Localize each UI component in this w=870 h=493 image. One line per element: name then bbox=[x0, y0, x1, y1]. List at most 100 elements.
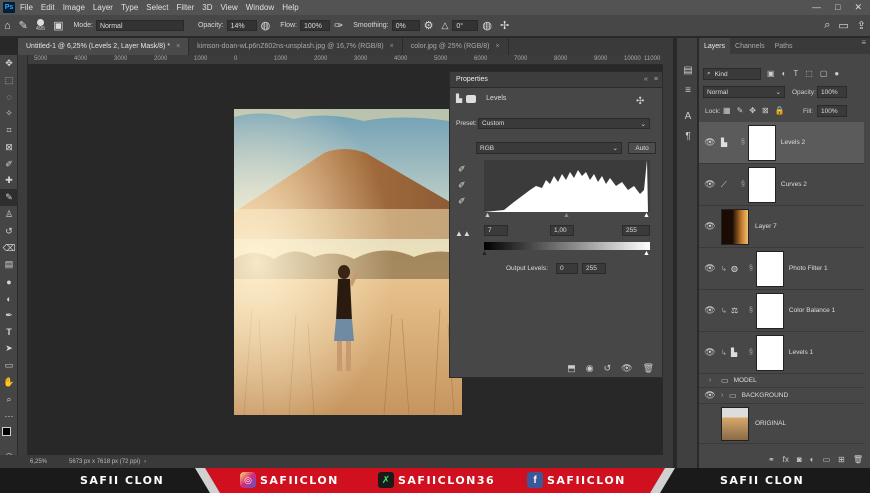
frame-tool-icon[interactable]: ⊠ bbox=[0, 139, 18, 156]
banner-facebook[interactable]: SAFIICLON bbox=[547, 474, 626, 487]
layer-color-balance-1[interactable]: 👁 ↳ ⚖ § Color Balance 1 bbox=[699, 290, 864, 332]
layer-levels-2[interactable]: 👁 ▙ § Levels 2 bbox=[699, 122, 864, 164]
menu-help[interactable]: Help bbox=[282, 3, 298, 12]
maximize-icon[interactable]: □ bbox=[835, 2, 840, 13]
type-filter-icon[interactable]: T bbox=[793, 69, 798, 78]
flow-input[interactable]: 100% bbox=[299, 20, 330, 31]
marquee-tool-icon[interactable]: ⬚ bbox=[0, 72, 18, 89]
crop-tool-icon[interactable]: ⌗ bbox=[0, 122, 18, 139]
layer-fill-input[interactable]: 100% bbox=[817, 105, 847, 117]
filter-toggle-icon[interactable]: ● bbox=[834, 69, 839, 78]
banner-instagram[interactable]: SAFIICLON bbox=[260, 474, 339, 487]
new-adjustment-icon[interactable]: ◐ bbox=[810, 455, 815, 464]
view-previous-icon[interactable]: ◉ bbox=[586, 363, 594, 374]
group-background[interactable]: 👁 › ▭ BACKGROUND bbox=[699, 388, 864, 404]
new-layer-icon[interactable]: ⊞ bbox=[838, 455, 845, 464]
chevron-right-icon[interactable]: › bbox=[144, 459, 146, 465]
clip-to-layer-icon[interactable]: ⬒ bbox=[567, 363, 576, 374]
stamp-tool-icon[interactable]: ♙ bbox=[0, 206, 18, 223]
layer-mask-thumbnail[interactable] bbox=[755, 292, 784, 329]
tab-color[interactable]: color.jpg @ 25% (RGB/8) × bbox=[403, 38, 509, 55]
brush-tool-icon[interactable]: ✎ bbox=[0, 189, 18, 207]
pressure-opacity-icon[interactable]: ◍ bbox=[261, 19, 271, 32]
visibility-eye-icon[interactable]: 👁 bbox=[699, 347, 721, 358]
visibility-eye-icon[interactable]: 👁 bbox=[699, 137, 721, 148]
layer-mask-thumbnail[interactable] bbox=[755, 250, 784, 287]
link-icon[interactable]: § bbox=[749, 307, 753, 314]
menu-type[interactable]: Type bbox=[121, 3, 138, 12]
lock-artboard-icon[interactable]: ⊠ bbox=[762, 106, 769, 115]
minimize-icon[interactable]: — bbox=[812, 2, 821, 13]
input-mid-field[interactable]: 1,00 bbox=[550, 225, 574, 236]
link-layers-icon[interactable]: ⚭ bbox=[768, 455, 775, 464]
document-photo[interactable] bbox=[234, 109, 462, 415]
output-white-field[interactable]: 255 bbox=[582, 263, 606, 274]
group-model[interactable]: › ▭ MODEL bbox=[699, 374, 864, 388]
layer-opacity-input[interactable]: 100% bbox=[817, 86, 847, 98]
facebook-icon[interactable]: f bbox=[527, 472, 543, 488]
tab-channels[interactable]: Channels bbox=[730, 38, 770, 54]
black-input-slider[interactable]: ▲ bbox=[484, 212, 491, 219]
history-icon[interactable]: ▤ bbox=[677, 60, 699, 80]
visibility-eye-icon[interactable]: 👁 bbox=[699, 263, 721, 274]
eyedropper-tool-icon[interactable]: ✐ bbox=[0, 156, 18, 173]
pressure-size-icon[interactable]: ◍ bbox=[482, 19, 492, 32]
layer-mask-thumbnail[interactable] bbox=[755, 334, 784, 371]
brush-preset-picker[interactable]: 495 bbox=[36, 19, 45, 32]
zoom-tool-icon[interactable]: ⌕ bbox=[0, 391, 18, 408]
channel-select[interactable]: RGB ⌄ bbox=[476, 142, 622, 154]
menu-edit[interactable]: Edit bbox=[41, 3, 55, 12]
close-tab-icon[interactable]: × bbox=[390, 43, 394, 50]
instagram-icon[interactable]: ◎ bbox=[240, 472, 256, 488]
menu-3d[interactable]: 3D bbox=[202, 3, 212, 12]
tab-kimson-doan[interactable]: kimson-doan-wLp6nZ602ns-unsplash.jpg @ 1… bbox=[189, 38, 403, 55]
symmetry-icon[interactable]: ✢ bbox=[500, 19, 509, 32]
link-icon[interactable]: § bbox=[749, 265, 753, 272]
close-tab-icon[interactable]: × bbox=[176, 43, 180, 50]
layer-mask-thumbnail[interactable] bbox=[747, 124, 776, 161]
collapse-icon[interactable]: « bbox=[644, 76, 648, 83]
pen-tool-icon[interactable]: ✒ bbox=[0, 307, 18, 324]
auto-button[interactable]: Auto bbox=[628, 142, 656, 154]
banner-handle[interactable]: SAFIICLON36 bbox=[398, 474, 495, 487]
menu-view[interactable]: View bbox=[221, 3, 238, 12]
lock-position-icon[interactable]: ✥ bbox=[749, 106, 756, 115]
layer-original[interactable]: ORIGINAL bbox=[699, 404, 864, 444]
type-tool-icon[interactable]: T bbox=[0, 324, 18, 341]
delete-icon[interactable]: 🗑 bbox=[643, 363, 654, 374]
close-tab-icon[interactable]: × bbox=[495, 43, 499, 50]
dodge-tool-icon[interactable]: ◐ bbox=[0, 290, 18, 307]
home-icon[interactable]: ⌂ bbox=[4, 20, 11, 32]
link-icon[interactable]: § bbox=[749, 349, 753, 356]
paragraph-icon[interactable]: ¶ bbox=[677, 126, 699, 146]
visibility-icon[interactable]: 👁 bbox=[621, 363, 632, 374]
menu-window[interactable]: Window bbox=[246, 3, 274, 12]
opacity-input[interactable]: 14% bbox=[226, 20, 257, 31]
output-black-field[interactable]: 0 bbox=[556, 263, 578, 274]
input-black-field[interactable]: 7 bbox=[484, 225, 508, 236]
gradient-tool-icon[interactable]: ▤ bbox=[0, 257, 18, 274]
hand-tool-icon[interactable]: ✋ bbox=[0, 374, 18, 391]
shape-tool-icon[interactable]: ▭ bbox=[0, 357, 18, 374]
color-swatches[interactable] bbox=[0, 425, 18, 449]
eraser-tool-icon[interactable]: ⌫ bbox=[0, 240, 18, 257]
adjustments-icon[interactable]: ≡ bbox=[677, 80, 699, 100]
more-tools-icon[interactable]: ⋯ bbox=[0, 408, 18, 425]
panel-menu-icon[interactable]: ≡ bbox=[654, 76, 658, 83]
gray-input-slider[interactable]: ▲ bbox=[563, 212, 570, 219]
adjustment-filter-icon[interactable]: ◐ bbox=[782, 69, 787, 78]
kind-filter-select[interactable]: ⌕ Kind bbox=[703, 68, 761, 80]
visibility-eye-icon[interactable]: 👁 bbox=[699, 179, 721, 190]
lock-all-icon[interactable]: 🔒 bbox=[775, 106, 785, 115]
white-eyedropper-icon[interactable]: ✐ bbox=[458, 196, 466, 207]
black-eyedropper-icon[interactable]: ✐ bbox=[458, 164, 466, 175]
input-white-field[interactable]: 255 bbox=[622, 225, 650, 236]
menu-image[interactable]: Image bbox=[63, 3, 85, 12]
shape-filter-icon[interactable]: ⬚ bbox=[805, 69, 813, 78]
smoothing-input[interactable]: 0% bbox=[391, 20, 420, 31]
quick-select-tool-icon[interactable]: ✧ bbox=[0, 105, 18, 122]
visibility-eye-icon[interactable]: 👁 bbox=[699, 221, 721, 232]
menu-layer[interactable]: Layer bbox=[93, 3, 113, 12]
delete-layer-icon[interactable]: 🗑 bbox=[853, 455, 863, 464]
lock-pixels-icon[interactable]: ✎ bbox=[737, 106, 744, 115]
